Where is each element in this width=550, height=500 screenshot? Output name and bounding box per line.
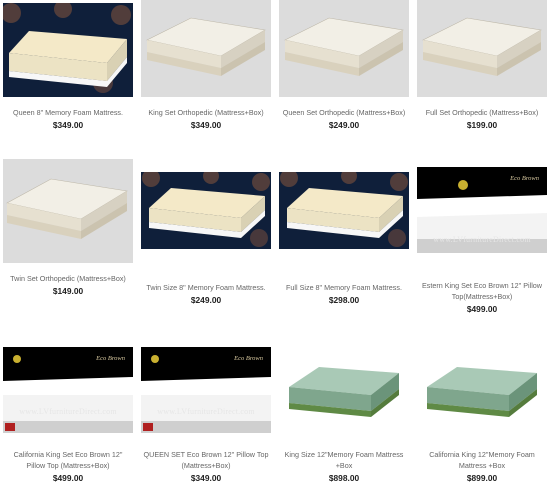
product-name[interactable]: California King Set Eco Brown 12" Pillow… (3, 449, 133, 471)
brand-watermark: Eco Brown (510, 175, 539, 182)
product-card[interactable]: Twin Size 8" Memory Foam Mattress. $249.… (141, 172, 271, 306)
product-price: $349.00 (52, 120, 84, 130)
product-price: $499.00 (466, 304, 498, 314)
website-watermark: www.LVfurnitureDirect.com (19, 407, 117, 416)
orthopedic-mattress-box-image (146, 17, 266, 76)
product-name[interactable]: Twin Size 8" Memory Foam Mattress. (141, 282, 271, 293)
product-price: $149.00 (52, 286, 84, 296)
product-image[interactable] (141, 0, 271, 97)
website-watermark: www.LVfurnitureDirect.com (157, 407, 255, 416)
green-memory-foam-mattress-image (289, 367, 399, 417)
product-card[interactable]: Twin Set Orthopedic (Mattress+Box) $149.… (3, 159, 133, 297)
product-price: $349.00 (190, 473, 222, 483)
green-memory-foam-mattress-image (427, 367, 537, 417)
product-card[interactable]: Full Size 8" Memory Foam Mattress. $298.… (279, 172, 409, 306)
product-image[interactable] (3, 159, 133, 263)
product-card[interactable]: Eco Brown www.LVfurnitureDirect.com Este… (417, 167, 547, 315)
product-name[interactable]: Queen 8" Memory Foam Mattress. (3, 107, 133, 118)
product-name[interactable]: Estern King Set Eco Brown 12" Pillow Top… (417, 280, 547, 302)
product-name[interactable]: King Set Orthopedic (Mattress+Box) (141, 107, 271, 118)
product-price: $899.00 (466, 473, 498, 483)
product-image[interactable]: Eco Brown www.LVfurnitureDirect.com (141, 347, 271, 433)
product-price: $499.00 (52, 473, 84, 483)
product-card[interactable]: California King 12"Memory Foam Mattress … (417, 347, 547, 484)
product-card[interactable]: Eco Brown www.LVfurnitureDirect.com Cali… (3, 347, 133, 484)
product-card[interactable]: King Set Orthopedic (Mattress+Box) $349.… (141, 0, 271, 131)
product-image[interactable] (417, 0, 547, 97)
brand-watermark: Eco Brown (96, 355, 125, 362)
product-image[interactable] (279, 0, 409, 97)
product-name[interactable]: Full Set Orthopedic (Mattress+Box) (417, 107, 547, 118)
product-image[interactable] (141, 172, 271, 249)
product-card[interactable]: King Size 12"Memory Foam Mattress +Box $… (279, 347, 409, 484)
product-price: $249.00 (190, 295, 222, 305)
product-image[interactable] (279, 347, 409, 433)
product-price: $249.00 (328, 120, 360, 130)
orthopedic-mattress-box-image (284, 17, 404, 76)
product-image[interactable] (3, 3, 133, 97)
memory-foam-mattress-image (142, 172, 270, 247)
product-name[interactable]: Queen Set Orthopedic (Mattress+Box) (279, 107, 409, 118)
product-card[interactable]: Queen 8" Memory Foam Mattress. $349.00 (3, 3, 133, 131)
product-name[interactable]: California King 12"Memory Foam Mattress … (417, 449, 547, 471)
product-image[interactable] (279, 172, 409, 249)
product-name[interactable]: King Size 12"Memory Foam Mattress +Box (279, 449, 409, 471)
product-price: $898.00 (328, 473, 360, 483)
orthopedic-mattress-box-image (6, 178, 128, 239)
website-watermark: www.LVfurnitureDirect.com (433, 235, 531, 244)
memory-foam-mattress-image (3, 3, 131, 93)
product-name[interactable]: Full Size 8" Memory Foam Mattress. (279, 282, 409, 293)
product-image[interactable]: Eco Brown www.LVfurnitureDirect.com (417, 167, 547, 253)
orthopedic-mattress-box-image (422, 17, 542, 76)
product-image[interactable]: Eco Brown www.LVfurnitureDirect.com (3, 347, 133, 433)
product-price: $349.00 (190, 120, 222, 130)
memory-foam-mattress-image (280, 172, 408, 247)
product-card[interactable]: Eco Brown www.LVfurnitureDirect.com QUEE… (141, 347, 271, 484)
product-image[interactable] (417, 347, 547, 433)
product-grid: Queen 8" Memory Foam Mattress. $349.00 K… (0, 0, 550, 500)
product-name[interactable]: QUEEN SET Eco Brown 12" Pillow Top (Matt… (141, 449, 271, 471)
brand-watermark: Eco Brown (234, 355, 263, 362)
product-price: $199.00 (466, 120, 498, 130)
product-price: $298.00 (328, 295, 360, 305)
product-card[interactable]: Full Set Orthopedic (Mattress+Box) $199.… (417, 0, 547, 131)
product-name[interactable]: Twin Set Orthopedic (Mattress+Box) (3, 273, 133, 284)
product-card[interactable]: Queen Set Orthopedic (Mattress+Box) $249… (279, 0, 409, 131)
